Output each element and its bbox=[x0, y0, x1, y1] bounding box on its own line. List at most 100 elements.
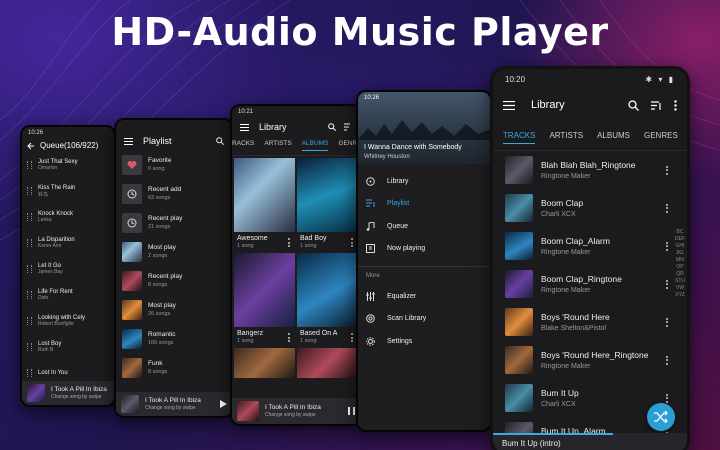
drawer-item-playlist[interactable]: Playlist bbox=[358, 193, 490, 216]
playlist-item[interactable]: Most play 2 songs bbox=[116, 237, 232, 266]
drag-handle-icon[interactable] bbox=[27, 291, 32, 299]
drag-handle-icon[interactable] bbox=[27, 239, 32, 247]
playlist-item[interactable]: Romantic 166 songs bbox=[116, 324, 232, 353]
more-vert-icon[interactable] bbox=[665, 317, 669, 327]
more-vert-icon[interactable] bbox=[287, 238, 291, 247]
queue-item[interactable]: Life For Rent Dido bbox=[22, 282, 114, 308]
playlist-item[interactable]: Funk 8 songs bbox=[116, 353, 232, 382]
playlist-item[interactable]: Favorite 0 song bbox=[116, 150, 232, 179]
drag-handle-icon[interactable] bbox=[27, 213, 32, 221]
drag-handle-icon[interactable] bbox=[27, 317, 32, 325]
queue-item[interactable]: Lost Boy Ruth B bbox=[22, 334, 114, 360]
drag-handle-icon[interactable] bbox=[27, 187, 32, 195]
playlist-item[interactable]: Recent play 8 songs bbox=[116, 266, 232, 295]
queue-item[interactable]: Kiss The Rain 铃鸟 bbox=[22, 178, 114, 204]
album-name: Bad Boy bbox=[300, 235, 327, 242]
drawer-item-queue[interactable]: Queue bbox=[358, 215, 490, 238]
drag-handle-icon[interactable] bbox=[27, 343, 32, 351]
drawer-item-now-playing[interactable]: Now playing bbox=[358, 238, 490, 261]
more-vert-icon[interactable] bbox=[350, 238, 354, 247]
playlist-count: 166 songs bbox=[148, 340, 174, 346]
album-card[interactable]: Awesome 1 song bbox=[234, 158, 295, 253]
search-icon[interactable] bbox=[628, 99, 639, 111]
search-icon[interactable] bbox=[328, 123, 336, 131]
drag-handle-icon[interactable] bbox=[27, 161, 32, 169]
more-vert-icon[interactable] bbox=[287, 333, 291, 342]
more-vert-icon[interactable] bbox=[665, 355, 669, 365]
menu-icon[interactable] bbox=[124, 137, 133, 145]
more-vert-icon[interactable] bbox=[665, 165, 669, 175]
track-row[interactable]: Boys 'Round Here_Ringtone Ringtone Maker bbox=[493, 341, 687, 379]
more-vert-icon[interactable] bbox=[665, 241, 669, 251]
playlist-item[interactable]: Recent play 21 songs bbox=[116, 208, 232, 237]
back-arrow-icon[interactable] bbox=[27, 142, 35, 150]
track-art bbox=[505, 194, 533, 222]
menu-icon[interactable] bbox=[240, 123, 249, 131]
tab-tracks[interactable]: TRACKS bbox=[503, 131, 536, 144]
track-row[interactable]: Boom Clap_Ringtone Ringtone Maker bbox=[493, 265, 687, 303]
more-vert-icon[interactable] bbox=[674, 99, 677, 111]
mini-player[interactable]: I Took A Pill In Ibiza Change song by sw… bbox=[232, 398, 360, 424]
playlist-item-text: Most play 2 songs bbox=[148, 244, 176, 259]
queue-item[interactable]: La Disparition Keren Ann bbox=[22, 230, 114, 256]
queue-item[interactable]: Looking with Cely Robert Bonfiglio bbox=[22, 308, 114, 334]
playlist-item[interactable]: Most play 26 songs bbox=[116, 295, 232, 324]
more-vert-icon[interactable] bbox=[350, 333, 354, 342]
drag-handle-icon[interactable] bbox=[27, 369, 32, 377]
track-art bbox=[505, 308, 533, 336]
drag-handle-icon[interactable] bbox=[27, 265, 32, 273]
playlist-name: Recent play bbox=[148, 273, 183, 280]
drawer-item-settings[interactable]: Settings bbox=[358, 330, 490, 353]
menu-icon[interactable] bbox=[503, 100, 515, 110]
drawer-more-menu: Equalizer Scan Library Settings bbox=[358, 285, 490, 353]
drawer-item-scan-library[interactable]: Scan Library bbox=[358, 308, 490, 331]
tab-albums[interactable]: ALBUMS bbox=[597, 131, 630, 144]
queue-item[interactable]: Knock Knock Lenka bbox=[22, 204, 114, 230]
queue-item[interactable]: Just That Sexy Omarion bbox=[22, 152, 114, 178]
album-card[interactable] bbox=[297, 348, 358, 378]
track-row[interactable]: Boys 'Round Here Blake Shelton&Pistol bbox=[493, 303, 687, 341]
album-name: Based On A bbox=[300, 330, 338, 337]
tab-genres[interactable]: GENRES bbox=[644, 131, 678, 144]
drawer-item-label: Now playing bbox=[387, 245, 426, 253]
track-row[interactable]: Boom Clap_Alarm Ringtone Maker bbox=[493, 227, 687, 265]
tab-tracks[interactable]: TRACKS bbox=[232, 140, 254, 151]
queue-item-artist: Lenka bbox=[38, 217, 52, 223]
drawer-item-library[interactable]: Library bbox=[358, 170, 490, 193]
album-card[interactable]: Bangerz 1 song bbox=[234, 253, 295, 348]
track-row[interactable]: Boom Clap Charli XCX bbox=[493, 189, 687, 227]
queue-item[interactable]: Let It Go James Bay bbox=[22, 256, 114, 282]
mini-player[interactable]: I Took A Pill In Ibiza Change song by sw… bbox=[22, 381, 114, 405]
pause-icon[interactable] bbox=[348, 407, 355, 415]
tab-artists[interactable]: ARTISTS bbox=[264, 140, 291, 151]
more-vert-icon[interactable] bbox=[665, 203, 669, 213]
drawer-item-equalizer[interactable]: Equalizer bbox=[358, 285, 490, 308]
album-card[interactable] bbox=[234, 348, 295, 378]
alphabet-index[interactable]: BCDEFGHIJKLMNOPQRSTUVWXYZ bbox=[675, 229, 685, 299]
mini-player[interactable]: I Took A Pill In Ibiza Change song by sw… bbox=[116, 392, 232, 416]
promo-banner: HD-Audio Music Player 10:26 Queue(106/92… bbox=[0, 0, 720, 450]
playlist-title: Playlist bbox=[143, 136, 172, 146]
playlist-item-text: Funk 8 songs bbox=[148, 360, 167, 375]
search-icon[interactable] bbox=[216, 137, 224, 145]
drawer-item-label: Playlist bbox=[387, 200, 410, 208]
tab-artists[interactable]: ARTISTS bbox=[549, 131, 583, 144]
queue-item-title: Kiss The Rain bbox=[38, 184, 76, 191]
shuffle-button[interactable] bbox=[647, 403, 675, 431]
play-icon[interactable] bbox=[220, 400, 227, 408]
album-card[interactable]: Based On A1 song bbox=[297, 253, 358, 348]
queue-item-text: Lost In You bbox=[38, 370, 68, 376]
library-icon bbox=[366, 176, 375, 186]
mini-player[interactable]: Bum It Up (intro) bbox=[493, 433, 687, 450]
track-title: Boys 'Round Here bbox=[541, 312, 610, 322]
more-vert-icon[interactable] bbox=[665, 393, 669, 403]
more-vert-icon[interactable] bbox=[665, 279, 669, 289]
album-card[interactable]: Bad Boy 1 song bbox=[297, 158, 358, 253]
track-row[interactable]: Blah Blah Blah_Ringtone Ringtone Maker bbox=[493, 151, 687, 189]
tab-albums[interactable]: ALBUMS bbox=[301, 140, 329, 151]
playlist-item[interactable]: Recent add 63 songs bbox=[116, 179, 232, 208]
sort-icon[interactable] bbox=[344, 123, 352, 131]
progress-bar bbox=[493, 433, 613, 435]
sort-icon[interactable] bbox=[651, 100, 662, 111]
album-art bbox=[234, 253, 295, 327]
